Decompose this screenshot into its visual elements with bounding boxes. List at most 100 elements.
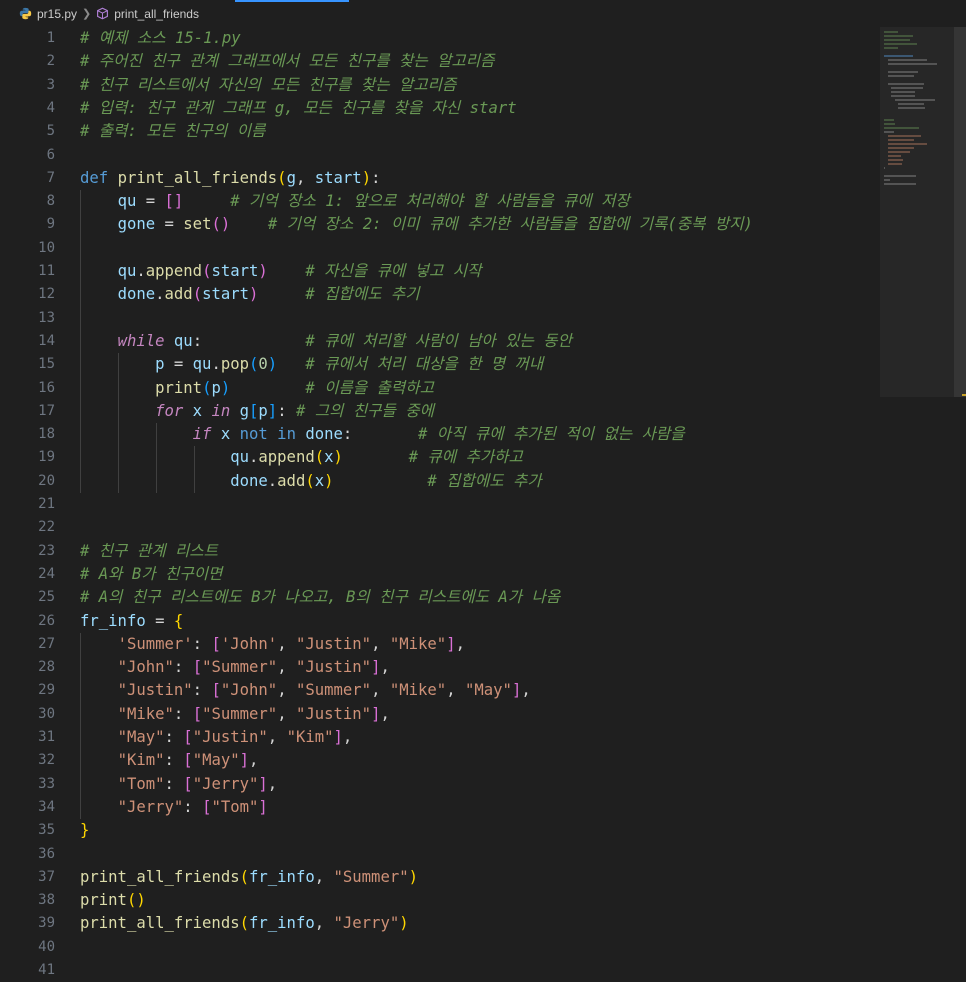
code-line[interactable]: 1 # 예제 소스 15-1.py	[0, 27, 880, 50]
code-line[interactable]: 40	[0, 936, 880, 959]
code-token: append	[258, 448, 315, 467]
code-line[interactable]: 35}	[0, 819, 880, 842]
minimap-line	[884, 31, 898, 33]
code-line[interactable]: 16 print(p) # 이름을 출력하고	[0, 377, 880, 400]
minimap-line	[884, 167, 885, 169]
code-token: p	[258, 401, 268, 420]
line-number: 8	[46, 193, 55, 210]
code-token: ,	[249, 751, 259, 770]
minimap-line	[887, 151, 911, 153]
code-line[interactable]: 41	[0, 959, 880, 982]
code-line[interactable]: 3 # 친구 리스트에서 자신의 모든 친구를 찾는 알고리즘	[0, 74, 880, 97]
code-line[interactable]: 4 # 입력: 친구 관계 그래프 g, 모든 친구를 찾을 자신 start	[0, 97, 880, 120]
code-token: ,	[277, 704, 296, 723]
code-token: # 출력: 모든 친구의 이름	[80, 122, 266, 141]
code-token: :	[192, 331, 203, 350]
line-number: 26	[38, 612, 55, 629]
code-line[interactable]: 18 if x not in done: # 아직 큐에 추가된 적이 없는 사…	[0, 423, 880, 446]
python-icon	[19, 7, 32, 20]
code-token: "Tom"	[117, 774, 165, 793]
code-line[interactable]: 33 "Tom": ["Jerry"],	[0, 773, 880, 796]
line-number: 25	[38, 589, 55, 606]
code-line[interactable]: 13	[0, 307, 880, 330]
minimap-line	[887, 71, 919, 73]
code-line[interactable]: 27 'Summer': ['John', "Justin", "Mike"],	[0, 633, 880, 656]
code-line[interactable]: 23 # 친구 관계 리스트	[0, 540, 880, 563]
code-token: in	[202, 401, 240, 420]
code-token: "Justin"	[295, 704, 372, 723]
code-line[interactable]: 29 "Justin": ["John", "Summer", "Mike", …	[0, 679, 880, 702]
code-token: []	[164, 192, 184, 211]
code-line[interactable]: 24 # A와 B가 친구이면	[0, 563, 880, 586]
code-token: fr_info	[249, 914, 315, 933]
code-line[interactable]: 30 "Mike": ["Summer", "Justin"],	[0, 703, 880, 726]
code-text: 'Summer': ['John', "Justin", "Mike"],	[80, 633, 465, 656]
code-line[interactable]: 10	[0, 237, 880, 260]
code-line[interactable]: 7 def print_all_friends(g, start):	[0, 167, 880, 190]
code-line[interactable]: 28 "John": ["Summer", "Justin"],	[0, 656, 880, 679]
code-line[interactable]: 26 fr_info = {	[0, 610, 880, 633]
code-line[interactable]: 37 print_all_friends(fr_info, "Summer")	[0, 866, 880, 889]
code-token: =	[136, 192, 165, 211]
code-line[interactable]: 12 done.add(start) # 집합에도 추기	[0, 283, 880, 306]
code-token: ,	[371, 634, 390, 653]
code-editor[interactable]: 1 # 예제 소스 15-1.py 2 # 주어진 친구 관계 그래프에서 모든 친구…	[0, 27, 880, 978]
code-line[interactable]: 22	[0, 516, 880, 539]
code-token: "Tom"	[211, 797, 259, 816]
code-line[interactable]: 19 qu.append(x) # 큐에 추가하고	[0, 446, 880, 469]
code-token: print	[80, 891, 127, 910]
code-line[interactable]: 20 done.add(x) # 집합에도 추가	[0, 470, 880, 493]
code-line[interactable]: 34 "Jerry": ["Tom"]	[0, 796, 880, 819]
code-line[interactable]: 15 p = qu.pop(0) # 큐에서 처리 대상을 한 명 꺼내	[0, 353, 880, 376]
vertical-scrollbar[interactable]	[954, 27, 966, 975]
code-token: "Justin"	[295, 658, 372, 677]
code-token: "Summer"	[295, 681, 372, 700]
code-line[interactable]: 6	[0, 144, 880, 167]
code-line[interactable]: 38 print()	[0, 889, 880, 912]
code-text: # 출력: 모든 친구의 이름	[80, 120, 265, 143]
code-token: [	[183, 751, 193, 770]
code-token: (	[239, 914, 249, 933]
code-text: done.add(start) # 집합에도 추기	[80, 283, 420, 306]
code-token: start	[202, 285, 250, 304]
scrollbar-thumb[interactable]	[954, 27, 966, 397]
code-line[interactable]: 17 for x in g[p]: # 그의 친구들 중에	[0, 400, 880, 423]
code-token: ,	[295, 168, 315, 187]
code-line[interactable]: 2 # 주어진 친구 관계 그래프에서 모든 친구를 찾는 알고리즘	[0, 50, 880, 73]
code-token: .	[249, 448, 259, 467]
minimap[interactable]	[880, 27, 966, 975]
code-line[interactable]: 39 print_all_friends(fr_info, "Jerry")	[0, 912, 880, 935]
code-token: [	[211, 681, 221, 700]
line-number: 40	[38, 938, 55, 955]
code-token: qu	[117, 192, 137, 211]
code-text: print()	[80, 889, 146, 912]
line-number: 19	[38, 449, 55, 466]
breadcrumb-file[interactable]: pr15.py	[37, 7, 77, 21]
code-text: print_all_friends(fr_info, "Summer")	[80, 866, 418, 889]
code-token: "John"	[117, 658, 174, 677]
code-token: :	[192, 681, 212, 700]
code-line[interactable]: 32 "Kim": ["May"],	[0, 749, 880, 772]
chevron-right-icon: ❯	[82, 8, 92, 20]
code-line[interactable]: 9 gone = set() # 기억 장소 2: 이미 큐에 추가한 사람들을…	[0, 213, 880, 236]
code-line[interactable]: 14 while qu: # 큐에 처리할 사람이 남아 있는 동안	[0, 330, 880, 353]
code-line[interactable]: 25 # A의 친구 리스트에도 B가 나오고, B의 친구 리스트에도 A가 나…	[0, 586, 880, 609]
code-text: "May": ["Justin", "Kim"],	[80, 726, 353, 749]
code-token: qu	[117, 262, 137, 280]
code-token: ,	[277, 658, 296, 677]
code-line[interactable]: 21	[0, 493, 880, 516]
code-line[interactable]: 31 "May": ["Justin", "Kim"],	[0, 726, 880, 749]
code-line[interactable]: 11 qu.append(start) # 자신을 큐에 넣고 시작	[0, 260, 880, 283]
code-line[interactable]: 36	[0, 843, 880, 866]
code-token: ,	[267, 728, 287, 746]
breadcrumb-symbol[interactable]: print_all_friends	[114, 7, 199, 21]
code-line[interactable]: 8 qu = [] # 기억 장소 1: 앞으로 처리해야 할 사람들을 큐에 …	[0, 190, 880, 213]
code-token: [	[211, 634, 221, 653]
code-line[interactable]: 5 # 출력: 모든 친구의 이름	[0, 120, 880, 143]
breadcrumb: pr15.py ❯ print_all_friends	[0, 0, 966, 27]
